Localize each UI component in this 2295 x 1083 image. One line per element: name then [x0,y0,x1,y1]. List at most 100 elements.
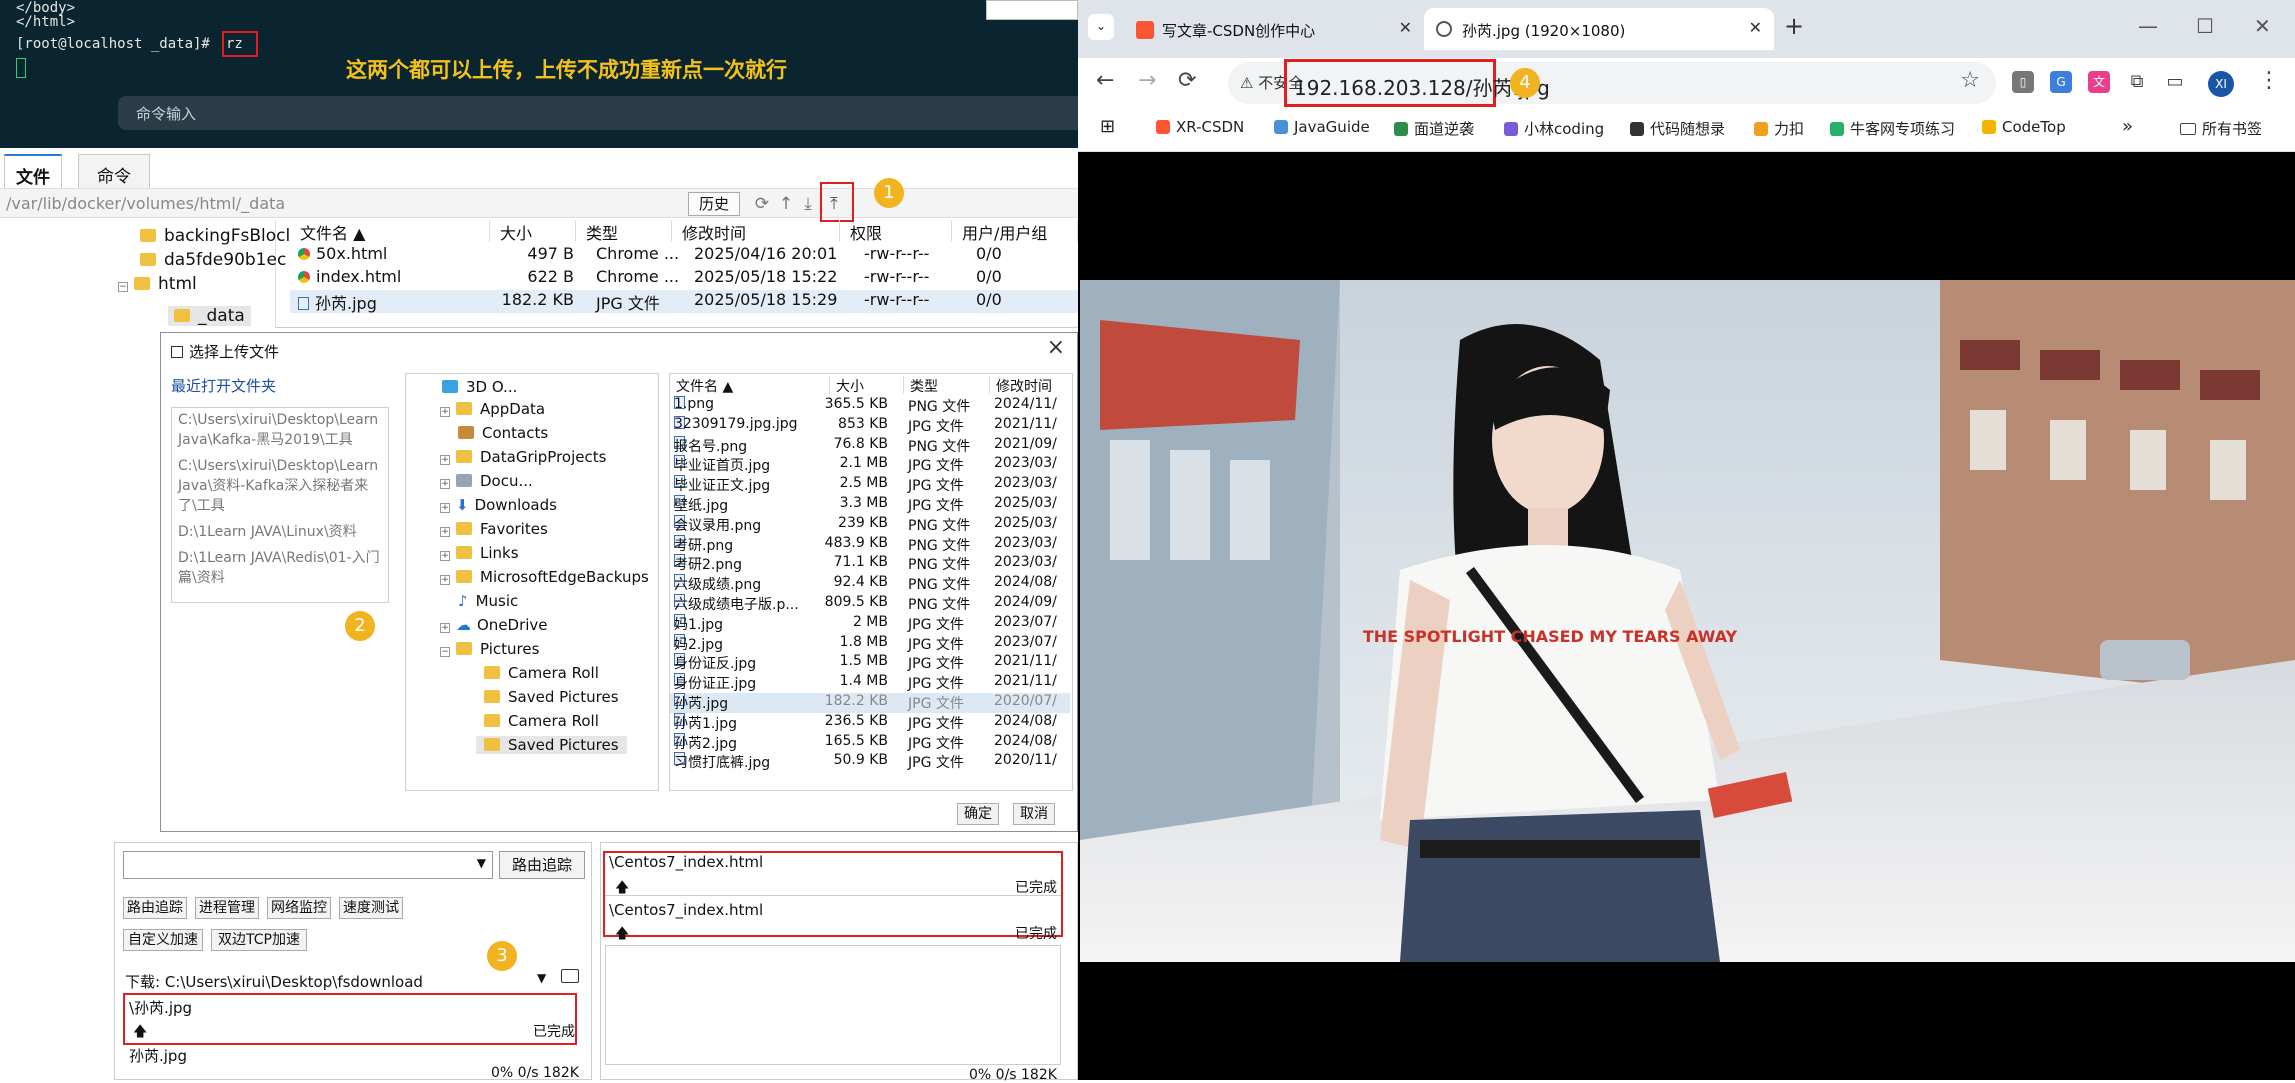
bookmark-item[interactable]: 代码随想录 [1630,118,1725,139]
command-input[interactable]: 命令输入 [118,96,1078,130]
dialog-folder-tree[interactable]: 3D O... + AppData Contacts + DataGripProje… [405,373,659,791]
tree-item[interactable]: da5fde90b1ec [140,250,286,270]
back-arrow-icon[interactable]: ← [1096,68,1114,93]
forward-arrow-icon[interactable]: → [1138,68,1156,93]
close-tab-icon[interactable]: ✕ [1749,18,1762,37]
minimize-icon[interactable]: — [2138,14,2158,38]
translate-icon[interactable]: G [2050,71,2072,93]
split-view-icon[interactable]: ▭ [2164,71,2186,93]
table-row[interactable]: 孙芮.jpg 182.2 KB JPG 文件 2020/07/ [670,693,1070,713]
column-header[interactable]: 类型 [904,376,990,395]
tree-item[interactable]: Saved Pictures [484,688,619,706]
recent-folder-item[interactable]: D:\1Learn JAVA\Linux\资料 [178,522,382,542]
apps-grid-icon[interactable]: ⊞ [1100,116,1115,137]
chevron-down-icon[interactable]: ▼ [477,856,486,870]
table-row[interactable]: 1.png 365.5 KB PNG 文件 2024/11/ [670,396,1070,416]
tree-item[interactable]: + AppData [440,400,545,418]
table-row[interactable]: index.html 622 B Chrome ... 2025/05/18 1… [290,267,1078,290]
tree-item[interactable]: Contacts [458,424,548,442]
refresh-icon[interactable]: ⟳ [752,194,772,214]
terminal[interactable]: </body> </html> [root@localhost _data]# … [0,0,1078,148]
tree-item[interactable]: − Pictures [440,640,539,658]
table-row[interactable]: 妈1.jpg 2 MB JPG 文件 2023/07/ [670,613,1070,634]
table-row[interactable]: 会议录用.png 239 KB PNG 文件 2025/03/ [670,514,1070,535]
folder-tree[interactable]: backingFsBlocl da5fde90b1ec − html _data [0,220,290,328]
bookmark-item[interactable]: 力扣 [1754,118,1804,139]
host-combobox[interactable]: ▼ [123,851,493,879]
bookmark-item[interactable]: CodeTop [1982,118,2066,136]
folder-open-icon[interactable] [561,969,579,983]
table-row[interactable]: 考研2.png 71.1 KB PNG 文件 2023/03/ [670,554,1070,574]
column-header[interactable]: 类型 [576,220,672,243]
tree-item[interactable]: − html [118,274,197,294]
tree-item[interactable]: + ⬇ Downloads [440,496,557,514]
speed-test-button[interactable]: 速度测试 [339,897,403,919]
column-header[interactable]: 大小 [830,376,904,395]
ok-button[interactable]: 确定 [957,803,999,825]
table-row[interactable]: 毕业证首页.jpg 2.1 MB JPG 文件 2023/03/ [670,455,1070,475]
browser-tab-image[interactable]: 孙芮.jpg (1920×1080) ✕ [1424,8,1774,50]
new-tab-icon[interactable]: + [1784,12,1804,40]
tcp-accel-button[interactable]: 双边TCP加速 [211,929,307,951]
table-row[interactable]: 身份证反.jpg 1.5 MB JPG 文件 2021/11/ [670,653,1070,673]
table-row[interactable]: 毕业证正文.jpg 2.5 MB JPG 文件 2023/03/ [670,475,1070,495]
tree-item[interactable]: Camera Roll [484,712,599,730]
tree-item[interactable]: + ☁ OneDrive [440,616,548,634]
reload-icon[interactable]: ⟳ [1178,68,1196,93]
table-row-selected[interactable]: 孙芮.jpg 182.2 KB JPG 文件 2025/05/18 15:29 … [290,290,1078,313]
table-row[interactable]: 习惯打底裤.jpg 50.9 KB JPG 文件 2020/11/ [670,752,1070,772]
table-row[interactable]: 六级成绩电子版.p... 809.5 KB PNG 文件 2024/09/ [670,594,1070,614]
bookmark-item[interactable]: JavaGuide [1274,118,1370,136]
column-header[interactable]: 权限 [840,220,952,243]
extension-icon[interactable]: 文 [2088,71,2110,93]
bookmark-item[interactable]: 面道逆袭 [1394,118,1474,139]
table-row[interactable]: 孙芮1.jpg 236.5 KB JPG 文件 2024/08/ [670,712,1070,733]
table-row[interactable]: 50x.html 497 B Chrome ... 2025/04/16 20:… [290,244,1078,267]
tree-item[interactable]: + Links [440,544,519,562]
browser-tab-csdn[interactable]: 写文章-CSDN创作中心 ✕ [1124,8,1424,50]
network-monitor-button[interactable]: 网络监控 [267,897,331,919]
close-icon[interactable]: × [1047,335,1065,360]
column-header[interactable]: 大小 [490,220,576,243]
tab-files[interactable]: 文件 [4,154,62,188]
tab-commands[interactable]: 命令 [78,154,150,188]
column-header[interactable]: 文件名 ▲ [290,220,490,243]
table-row[interactable]: 身份证正.jpg 1.4 MB JPG 文件 2021/11/ [670,673,1070,693]
more-bookmarks-icon[interactable]: » [2122,116,2133,137]
up-arrow-icon[interactable]: ↑ [776,194,796,214]
route-trace-tool-button[interactable]: 路由追踪 [123,897,187,919]
tree-item[interactable]: + DataGripProjects [440,448,606,466]
table-row[interactable]: 报名号.png 76.8 KB PNG 文件 2021/09/ [670,435,1070,456]
column-header[interactable]: 文件名 ▲ [670,376,830,395]
table-row[interactable]: 32309179.jpg.jpg 853 KB JPG 文件 2021/11/ [670,415,1070,436]
tree-item[interactable]: backingFsBlocl [140,226,290,246]
file-list[interactable]: 文件名 ▲ 大小 类型 修改时间 权限 用户/用户组 50x.html 497 … [290,220,1078,328]
puzzle-icon[interactable]: ⧉ [2126,71,2148,93]
column-header[interactable]: 修改时间 [990,376,1072,395]
recent-folder-item[interactable]: C:\Users\xirui\Desktop\Learn Java\资料-Kaf… [178,456,382,516]
table-row[interactable]: 孙芮2.jpg 165.5 KB JPG 文件 2024/08/ [670,732,1070,753]
tree-item[interactable]: + MicrosoftEdgeBackups [440,568,649,586]
expand-icon[interactable]: + [440,455,450,465]
cancel-button[interactable]: 取消 [1013,803,1055,825]
chevron-down-icon[interactable]: ▼ [537,971,546,985]
table-row[interactable]: 壁纸.jpg 3.3 MB JPG 文件 2025/03/ [670,495,1070,515]
tree-item-selected[interactable]: _data [168,306,251,326]
expand-icon[interactable]: + [440,551,450,561]
tree-item[interactable]: 3D O... [442,378,517,396]
recent-folder-item[interactable]: D:\1Learn JAVA\Redis\01-入门篇\资料 [178,548,382,588]
expand-icon[interactable]: + [440,407,450,417]
path-bar[interactable]: /var/lib/docker/volumes/html/_data [0,188,1078,218]
bookmark-star-icon[interactable]: ☆ [1960,68,1980,93]
tree-item[interactable]: + Docu... [440,472,533,490]
address-bar[interactable]: ⚠ 不安全 192.168.203.128/孙芮.jpg 4 ☆ [1228,59,1996,107]
table-row[interactable]: 考研.png 483.9 KB PNG 文件 2023/03/ [670,534,1070,555]
tree-item[interactable]: Camera Roll [484,664,599,682]
expand-icon[interactable]: + [440,479,450,489]
close-tab-icon[interactable]: ✕ [1399,18,1412,37]
tree-item-selected[interactable]: Saved Pictures [476,736,627,754]
tab-search-icon[interactable]: ⌄ [1088,14,1114,40]
tree-item[interactable]: ♪ Music [458,592,518,610]
profile-avatar[interactable]: XI [2208,71,2234,97]
close-window-icon[interactable]: ✕ [2254,14,2271,38]
